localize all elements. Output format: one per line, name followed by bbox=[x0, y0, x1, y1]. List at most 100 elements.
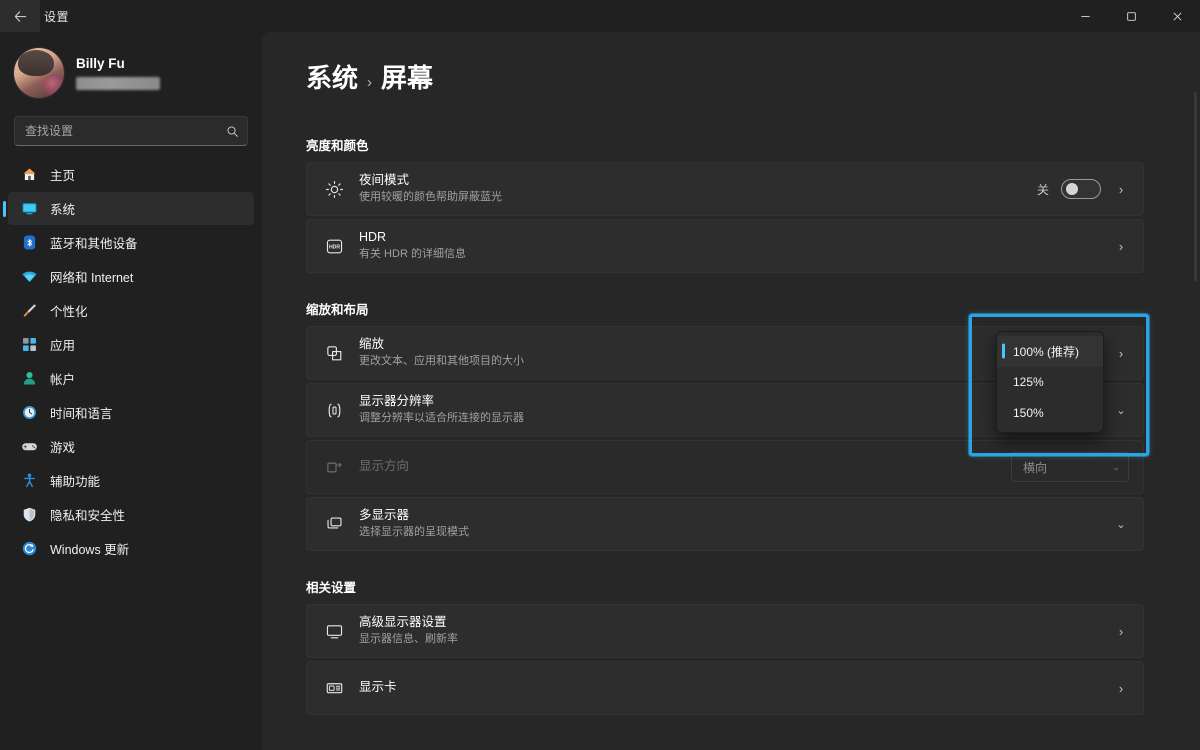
sidebar-item-home[interactable]: 主页 bbox=[8, 158, 254, 191]
search-input[interactable] bbox=[25, 124, 226, 138]
search-icon[interactable] bbox=[226, 125, 239, 138]
night-light-state-label: 关 bbox=[1036, 182, 1049, 197]
minimize-icon bbox=[1080, 15, 1090, 17]
sidebar-item-accessibility[interactable]: 辅助功能 bbox=[8, 464, 254, 497]
sidebar-item-system[interactable]: 系统 bbox=[8, 192, 254, 225]
sidebar-item-label: 帐户 bbox=[50, 373, 76, 387]
option-label: 125% bbox=[1013, 375, 1044, 389]
paintbrush-icon bbox=[20, 302, 38, 320]
row-text: 缩放 更改文本、应用和其他项目的大小 bbox=[359, 337, 1099, 368]
sidebar-item-time-language[interactable]: 时间和语言 bbox=[8, 396, 254, 429]
breadcrumb: 系统 › 屏幕 bbox=[306, 58, 1144, 95]
row-controls: › bbox=[1113, 681, 1129, 696]
breadcrumb-separator: › bbox=[367, 74, 373, 91]
row-hdr[interactable]: HDR HDR 有关 HDR 的详细信息 › bbox=[306, 219, 1144, 273]
row-title: 多显示器 bbox=[359, 508, 410, 523]
sidebar-item-privacy-security[interactable]: 隐私和安全性 bbox=[8, 498, 254, 531]
close-button[interactable] bbox=[1154, 0, 1200, 32]
chevron-right-icon[interactable]: › bbox=[1113, 681, 1129, 696]
sidebar-item-label: 系统 bbox=[50, 203, 76, 217]
sidebar-item-network[interactable]: 网络和 Internet bbox=[8, 260, 254, 293]
scaling-option-100[interactable]: 100% (推荐) bbox=[997, 336, 1103, 367]
row-title: HDR bbox=[359, 230, 387, 245]
sidebar: Billy Fu 查找设置 主页 系统 蓝牙和其他设备 网络和 Internet… bbox=[0, 32, 262, 750]
option-label: 150% bbox=[1013, 405, 1044, 420]
row-text: 显示卡 bbox=[359, 680, 1099, 696]
maximize-icon bbox=[1126, 11, 1136, 21]
chevron-down-icon[interactable]: ⌄ bbox=[1113, 404, 1129, 417]
row-subtitle: 更改文本、应用和其他项目的大小 bbox=[359, 354, 524, 367]
row-text: 多显示器 选择显示器的呈现模式 bbox=[359, 508, 1099, 539]
row-title: 显示器分辨率 bbox=[359, 394, 435, 409]
scaling-option-125[interactable]: 125% bbox=[997, 367, 1103, 398]
svg-text:HDR: HDR bbox=[328, 244, 339, 250]
section-brightness-color: 亮度和颜色 夜间模式 使用较暖的颜色帮助屏蔽蓝光 关 › HDR HDR 有关 … bbox=[306, 135, 1144, 273]
scaling-dropdown-flyout[interactable]: 100% (推荐) 125% 150% bbox=[996, 331, 1104, 433]
chevron-right-icon[interactable]: › bbox=[1113, 624, 1129, 639]
back-arrow-icon bbox=[14, 10, 26, 22]
account-email-redacted bbox=[76, 77, 160, 90]
chevron-right-icon[interactable]: › bbox=[1113, 182, 1129, 197]
scaling-icon bbox=[323, 342, 345, 364]
row-multiple-displays[interactable]: 多显示器 选择显示器的呈现模式 ⌄ bbox=[306, 497, 1144, 551]
breadcrumb-parent[interactable]: 系统 bbox=[306, 58, 358, 95]
graphics-card-icon bbox=[323, 677, 345, 699]
brightness-sun-icon bbox=[323, 178, 345, 200]
scrollbar-thumb[interactable] bbox=[1194, 92, 1197, 282]
row-subtitle: 有关 HDR 的详细信息 bbox=[359, 247, 466, 260]
apps-icon bbox=[20, 336, 38, 354]
close-icon bbox=[1173, 12, 1181, 20]
night-light-toggle[interactable] bbox=[1061, 179, 1101, 199]
account-icon bbox=[20, 370, 38, 388]
sidebar-item-gaming[interactable]: 游戏 bbox=[8, 430, 254, 463]
monitor-icon bbox=[323, 620, 345, 642]
sidebar-item-apps[interactable]: 应用 bbox=[8, 328, 254, 361]
row-text: 显示器分辨率 调整分辨率以适合所连接的显示器 bbox=[359, 394, 1099, 425]
sidebar-item-label: 蓝牙和其他设备 bbox=[50, 237, 138, 251]
chevron-down-icon[interactable]: ⌄ bbox=[1113, 518, 1129, 531]
hdr-icon: HDR bbox=[323, 235, 345, 257]
row-controls: › bbox=[1113, 346, 1129, 361]
sidebar-item-label: 主页 bbox=[50, 169, 76, 183]
maximize-button[interactable] bbox=[1108, 0, 1154, 32]
chevron-right-icon[interactable]: › bbox=[1113, 346, 1129, 361]
orientation-icon bbox=[323, 456, 345, 478]
row-advanced-display[interactable]: 高级显示器设置 显示器信息、刷新率 › bbox=[306, 604, 1144, 658]
account-name: Billy Fu bbox=[76, 56, 125, 71]
system-display-icon bbox=[20, 200, 38, 218]
sidebar-item-windows-update[interactable]: Windows 更新 bbox=[8, 532, 254, 565]
chevron-right-icon[interactable]: › bbox=[1113, 239, 1129, 254]
scaling-option-150[interactable]: 150% bbox=[997, 397, 1103, 428]
row-title: 显示卡 bbox=[359, 680, 397, 695]
row-night-light[interactable]: 夜间模式 使用较暖的颜色帮助屏蔽蓝光 关 › bbox=[306, 162, 1144, 216]
minimize-button[interactable] bbox=[1062, 0, 1108, 32]
clock-language-icon bbox=[20, 404, 38, 422]
sidebar-item-bluetooth[interactable]: 蓝牙和其他设备 bbox=[8, 226, 254, 259]
row-title: 高级显示器设置 bbox=[359, 615, 447, 630]
update-refresh-icon bbox=[20, 540, 38, 558]
account-block[interactable]: Billy Fu bbox=[0, 32, 262, 108]
section-heading: 相关设置 bbox=[306, 581, 357, 595]
resolution-icon bbox=[323, 399, 345, 421]
row-graphics[interactable]: 显示卡 › bbox=[306, 661, 1144, 715]
sidebar-item-personalization[interactable]: 个性化 bbox=[8, 294, 254, 327]
section-heading: 亮度和颜色 bbox=[306, 139, 369, 153]
multi-display-icon bbox=[323, 513, 345, 535]
sidebar-nav: 主页 系统 蓝牙和其他设备 网络和 Internet 个性化 应用 帐户 时间和… bbox=[0, 156, 262, 750]
row-controls: › bbox=[1113, 624, 1129, 639]
account-text: Billy Fu bbox=[76, 56, 160, 90]
shield-icon bbox=[20, 506, 38, 524]
search-wrapper bbox=[0, 108, 262, 156]
search-box[interactable] bbox=[14, 116, 248, 146]
sidebar-item-label: 隐私和安全性 bbox=[50, 509, 126, 523]
row-text: 高级显示器设置 显示器信息、刷新率 bbox=[359, 615, 1099, 646]
sidebar-item-accounts[interactable]: 帐户 bbox=[8, 362, 254, 395]
row-text: 夜间模式 使用较暖的颜色帮助屏蔽蓝光 bbox=[359, 173, 1023, 204]
back-button[interactable] bbox=[0, 0, 40, 32]
row-controls: › bbox=[1113, 239, 1129, 254]
row-text: 显示方向 bbox=[359, 459, 997, 475]
row-display-orientation: 显示方向 横向 ⌄ bbox=[306, 440, 1144, 494]
title-bar: 设置 bbox=[0, 0, 1200, 32]
row-controls: 关 › bbox=[1037, 179, 1129, 199]
accessibility-icon bbox=[20, 472, 38, 490]
